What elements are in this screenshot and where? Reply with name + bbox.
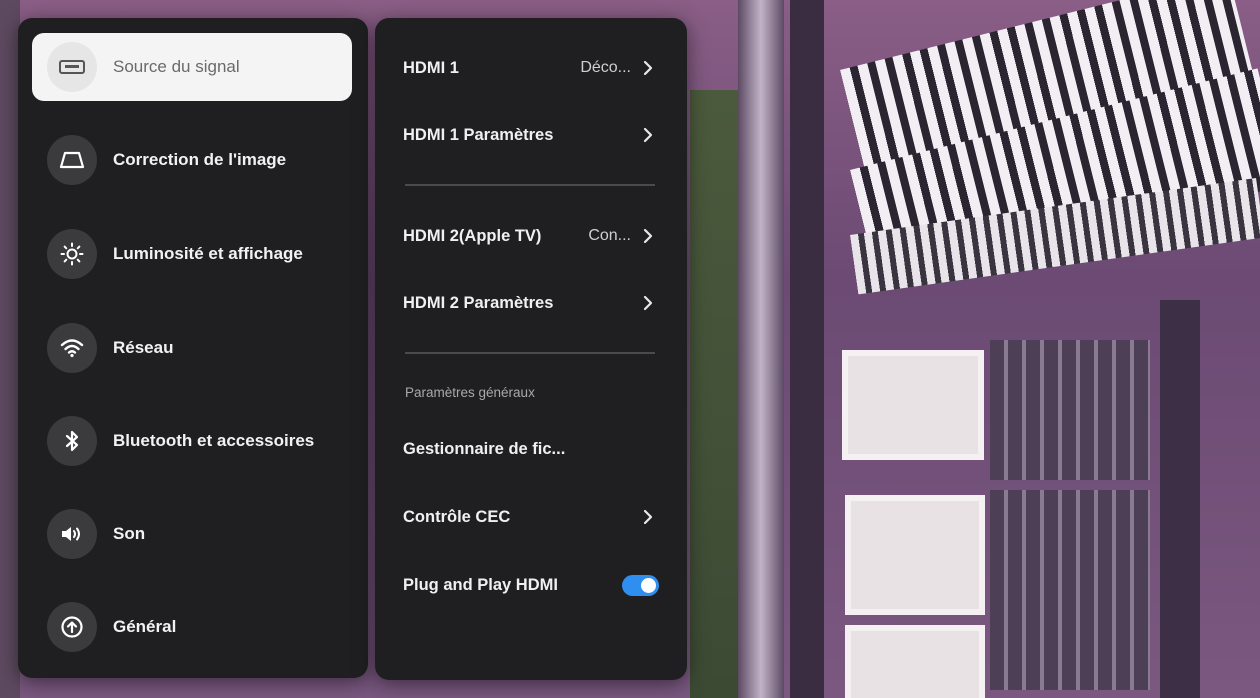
wallpaper-building: [845, 495, 985, 615]
hdmi1-settings-row[interactable]: HDMI 1 Paramètres: [403, 115, 657, 155]
chevron-right-icon: [643, 127, 653, 143]
bluetooth-icon: [47, 416, 97, 466]
wallpaper-building: [845, 625, 985, 698]
hdmi1-status: Déco...: [580, 59, 631, 76]
settings-category-panel: Source du signal Correction de l'image L…: [18, 18, 368, 678]
menu-item-label: Général: [113, 617, 177, 636]
wifi-icon: [47, 323, 97, 373]
hdmi2-status: Con...: [588, 227, 631, 244]
keystone-icon: [47, 135, 97, 185]
cec-control-label: Contrôle CEC: [403, 507, 511, 526]
wallpaper-road: [738, 0, 784, 698]
menu-item-label: Correction de l'image: [113, 150, 287, 169]
file-manager-row[interactable]: Gestionnaire de fic...: [403, 429, 657, 469]
chevron-right-icon: [643, 60, 653, 76]
menu-item-label: Réseau: [113, 338, 174, 357]
hdmi2-settings-row[interactable]: HDMI 2 Paramètres: [403, 283, 657, 323]
chevron-right-icon: [643, 295, 653, 311]
toggle-knob: [641, 577, 656, 593]
hdmi1-settings-label: HDMI 1 Paramètres: [403, 125, 554, 144]
hdmi1-row[interactable]: HDMI 1 Déco...: [403, 48, 657, 88]
menu-item-bluetooth[interactable]: Bluetooth et accessoires: [32, 407, 352, 475]
hdmi2-label: HDMI 2(Apple TV): [403, 226, 542, 245]
menu-item-brightness-display[interactable]: Luminosité et affichage: [32, 220, 352, 288]
chevron-right-icon: [643, 509, 653, 525]
general-icon: [47, 602, 97, 652]
menu-item-sound[interactable]: Son: [32, 500, 352, 568]
menu-item-network[interactable]: Réseau: [32, 314, 352, 382]
plug-and-play-toggle[interactable]: [622, 574, 659, 596]
plug-and-play-row[interactable]: Plug and Play HDMI: [403, 565, 659, 605]
wallpaper-road: [1160, 300, 1200, 698]
file-manager-label: Gestionnaire de fic...: [403, 439, 566, 458]
chevron-right-icon: [643, 228, 653, 244]
menu-item-label: Source du signal: [113, 57, 240, 76]
wallpaper-parking-lot: [990, 340, 1150, 480]
wallpaper-park: [690, 90, 738, 698]
menu-item-label: Bluetooth et accessoires: [113, 431, 315, 450]
wallpaper-building: [842, 350, 984, 460]
wallpaper-edge: [0, 0, 20, 698]
speaker-icon: [47, 509, 97, 559]
wallpaper-road: [790, 0, 824, 698]
brightness-icon: [47, 229, 97, 279]
divider: [405, 352, 655, 354]
wallpaper-parking-lot: [990, 490, 1150, 690]
plug-and-play-label: Plug and Play HDMI: [403, 575, 558, 594]
menu-item-image-correction[interactable]: Correction de l'image: [32, 126, 352, 194]
input-source-icon: [47, 42, 97, 92]
menu-item-general[interactable]: Général: [32, 593, 352, 661]
hdmi2-row[interactable]: HDMI 2(Apple TV) Con...: [403, 216, 657, 256]
menu-item-label: Luminosité et affichage: [113, 244, 303, 263]
menu-item-signal-source[interactable]: Source du signal: [32, 33, 352, 101]
signal-source-panel: HDMI 1 Déco... HDMI 1 Paramètres HDMI 2(…: [375, 18, 687, 680]
menu-item-label: Son: [113, 524, 146, 543]
hdmi1-label: HDMI 1: [403, 58, 459, 77]
hdmi2-settings-label: HDMI 2 Paramètres: [403, 293, 554, 312]
cec-control-row[interactable]: Contrôle CEC: [403, 497, 657, 537]
general-settings-heading: Paramètres généraux: [405, 385, 535, 400]
divider: [405, 184, 655, 186]
